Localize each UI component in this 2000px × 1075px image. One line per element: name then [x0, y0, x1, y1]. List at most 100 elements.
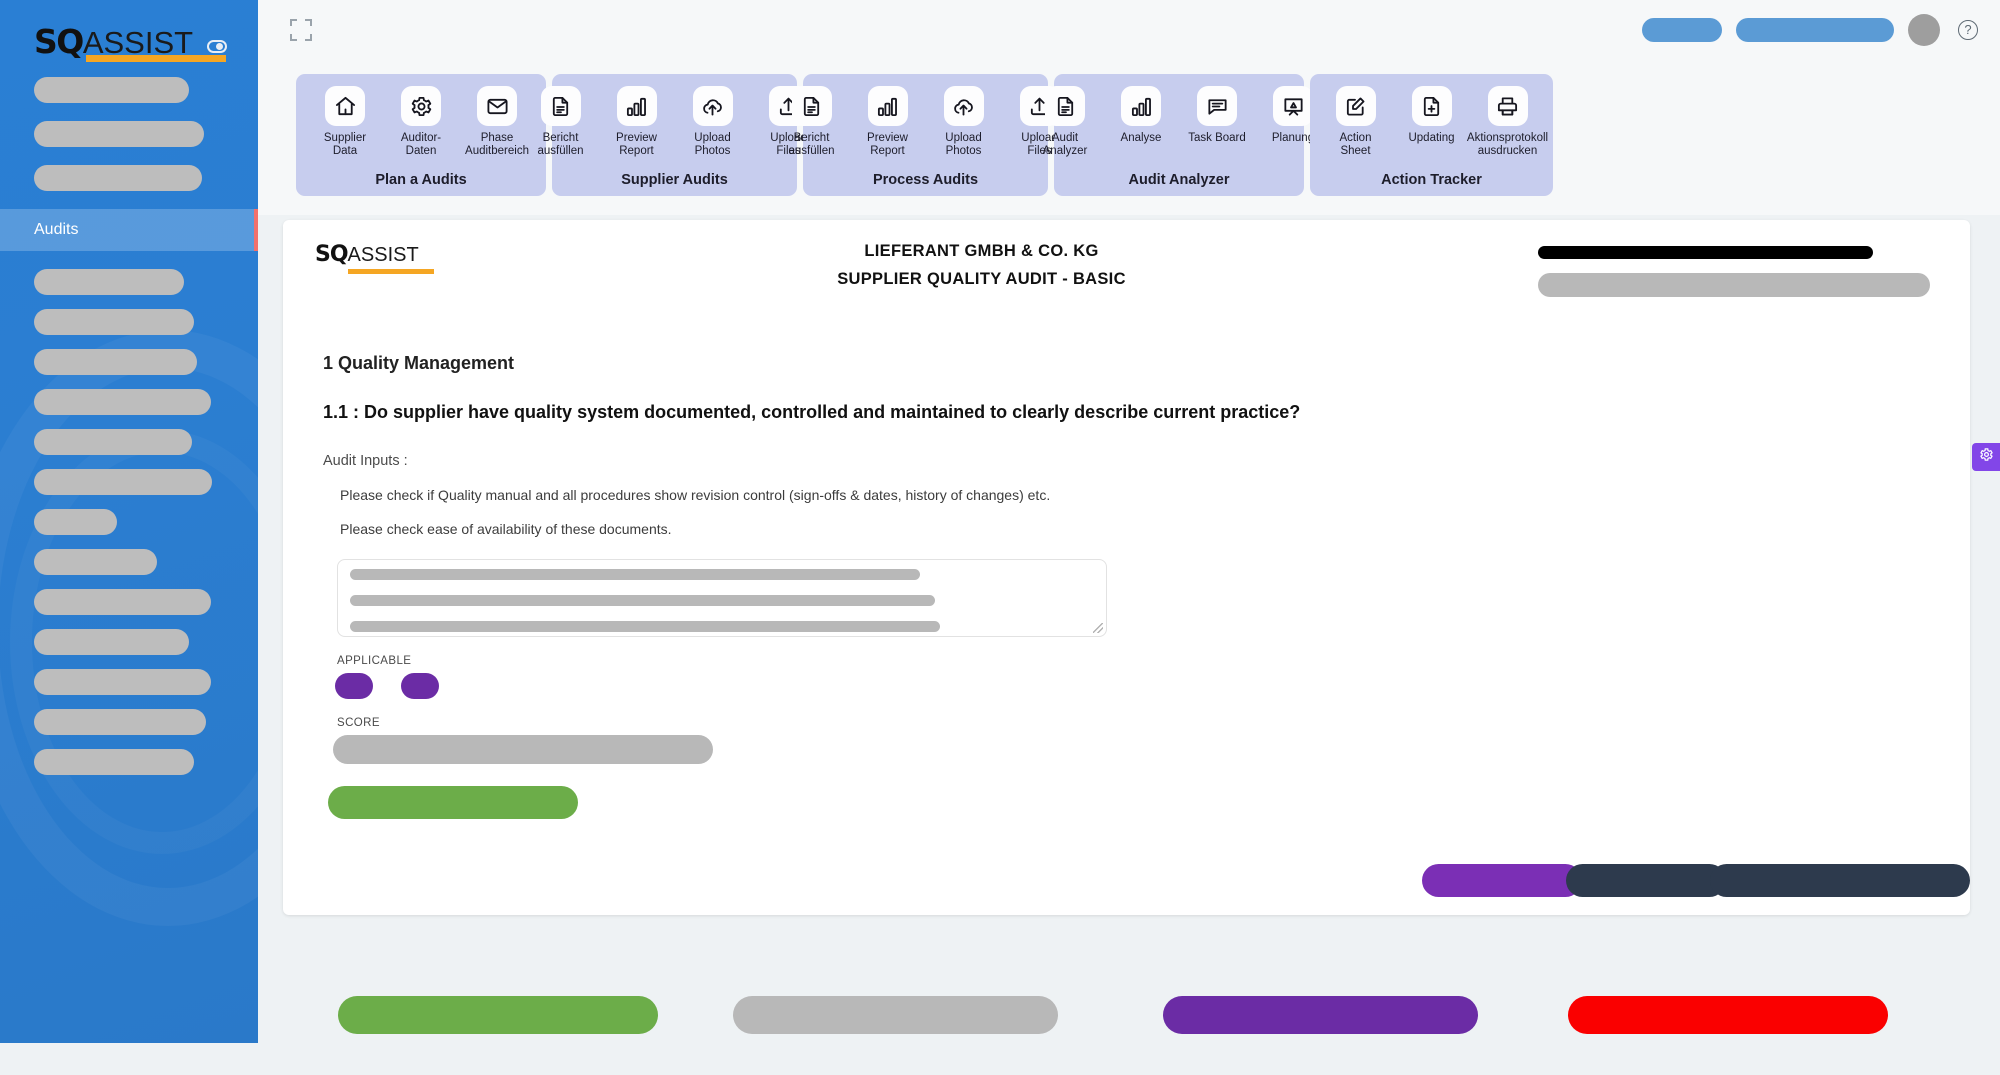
- document-footer-actions: [1422, 864, 1970, 915]
- sidebar-item-audits-label: Audits: [34, 221, 79, 238]
- sidebar-item-label-redacted: [34, 509, 117, 535]
- ribbon-button-supplier-data[interactable]: Supplier Data: [315, 86, 375, 158]
- sidebar-item-audits[interactable]: Audits: [0, 209, 258, 251]
- visibility-toggle-icon[interactable]: [207, 40, 228, 53]
- ribbon-group-title: Supplier Audits: [621, 172, 728, 188]
- sidebar-item[interactable]: [0, 509, 258, 535]
- ribbon-group-process-audits: Bericht ausfüllen Preview Report Upload Ph…: [788, 74, 1060, 196]
- sidebar-redacted-pill[interactable]: [34, 165, 202, 191]
- cloud-upload-icon: [943, 86, 984, 126]
- ribbon-button-label: Preview Report: [616, 132, 657, 157]
- sidebar-item[interactable]: [0, 269, 258, 295]
- avatar[interactable]: [1908, 14, 1940, 46]
- ribbon-toolbar: Supplier Data Auditor-Daten Phase Auditber…: [258, 60, 2000, 215]
- ribbon-button-upload-photos[interactable]: Upload Photos: [934, 86, 994, 158]
- sidebar-redacted-pill[interactable]: [34, 121, 204, 147]
- bottom-action-bar: [258, 955, 2000, 1075]
- audit-inputs-label: Audit Inputs :: [323, 453, 408, 469]
- sidebar-item[interactable]: [0, 669, 258, 695]
- ribbon-button-aktionsprotokoll-ausdrucken[interactable]: Aktionsprotokoll ausdrucken: [1467, 86, 1548, 158]
- ribbon-button-task-board[interactable]: Task Board: [1187, 86, 1247, 145]
- ribbon-group-title: Process Audits: [872, 172, 979, 188]
- ribbon-button-label: Bericht ausfüllen: [537, 132, 584, 157]
- sidebar-item-label-redacted: [34, 269, 184, 295]
- bar-chart-icon: [616, 86, 657, 126]
- resize-grip-icon[interactable]: [1093, 623, 1103, 633]
- top-bar-redacted-pill-1[interactable]: [1642, 18, 1722, 42]
- ribbon-button-label: Preview Report: [867, 132, 908, 157]
- company-name: LIEFERANT GMBH & CO. KG: [864, 242, 1099, 260]
- footer-button-tertiary[interactable]: [1710, 864, 1970, 897]
- meta-redacted-gray[interactable]: [1538, 273, 1930, 297]
- bar-chart-icon: [1121, 86, 1161, 126]
- ribbon-button-label: Action Sheet: [1339, 132, 1372, 157]
- document-header: SQASSIST LIEFERANT GMBH & CO. KG SUPPLIE…: [283, 220, 1970, 297]
- ribbon-button-preview-report[interactable]: Preview Report: [858, 86, 918, 158]
- ribbon-button-upload-photos[interactable]: Upload Photos: [683, 86, 743, 158]
- ribbon-button-label: Auditor-Daten: [400, 132, 442, 157]
- document-icon: [540, 86, 581, 126]
- edit-square-icon: [1335, 86, 1376, 126]
- ribbon-button-label: Upload Photos: [694, 132, 731, 157]
- ribbon-button-preview-report[interactable]: Preview Report: [607, 86, 667, 158]
- ribbon-button-analyse[interactable]: Analyse: [1111, 86, 1171, 145]
- ribbon-button-bericht-ausf-llen[interactable]: Bericht ausfüllen: [782, 86, 842, 158]
- meta-redacted-black: [1538, 246, 1873, 259]
- sidebar-item-label-redacted: [34, 629, 189, 655]
- ribbon-button-label: Audit Analyzer: [1042, 132, 1088, 157]
- applicable-label: APPLICABLE: [337, 655, 412, 667]
- top-bar-redacted-pill-2[interactable]: [1736, 18, 1894, 42]
- sidebar-item-label-redacted: [34, 669, 211, 695]
- secondary-button[interactable]: [733, 996, 1058, 1034]
- sidebar-item-label-redacted: [34, 589, 211, 615]
- printer-icon: [1487, 86, 1528, 126]
- sidebar-item[interactable]: [0, 429, 258, 455]
- document-save-button[interactable]: [328, 786, 578, 819]
- ribbon-button-bericht-ausf-llen[interactable]: Bericht ausfüllen: [531, 86, 591, 158]
- ribbon-button-auditor-daten[interactable]: Auditor-Daten: [391, 86, 451, 158]
- footer-button-secondary[interactable]: [1566, 864, 1726, 897]
- fullscreen-icon[interactable]: [290, 19, 312, 41]
- sidebar-item[interactable]: [0, 549, 258, 575]
- help-icon[interactable]: ?: [1958, 20, 1978, 40]
- sidebar-item-label-redacted: [34, 549, 157, 575]
- sidebar-item[interactable]: [0, 309, 258, 335]
- score-input[interactable]: [333, 735, 713, 764]
- applicable-option-no[interactable]: [401, 673, 439, 699]
- home-icon: [325, 86, 365, 126]
- sidebar-item[interactable]: [0, 629, 258, 655]
- save-button[interactable]: [338, 996, 658, 1034]
- ribbon-button-label: Planung: [1271, 132, 1315, 144]
- document-logo-assist: ASSIST: [347, 244, 419, 266]
- ribbon-group-items: Audit Analyzer Analyse Task Board Planung: [1027, 86, 1331, 158]
- logo-sq-text: SQ: [34, 22, 84, 61]
- sidebar: SQASSIST Audits: [0, 0, 258, 1043]
- ribbon-button-action-sheet[interactable]: Action Sheet: [1326, 86, 1386, 158]
- sidebar-redacted-pill[interactable]: [34, 77, 189, 103]
- submit-button[interactable]: [1163, 996, 1478, 1034]
- comment-textarea[interactable]: [337, 559, 1107, 637]
- sidebar-item[interactable]: [0, 749, 258, 775]
- footer-button-primary[interactable]: [1422, 864, 1582, 897]
- sidebar-item[interactable]: [0, 469, 258, 495]
- sidebar-item[interactable]: [0, 349, 258, 375]
- document-body: 1 Quality Management 1.1 : Do supplier h…: [283, 297, 1970, 819]
- ribbon-group-supplier-audits: Bericht ausfüllen Preview Report Upload Ph…: [537, 74, 809, 196]
- ribbon-button-audit-analyzer[interactable]: Audit Analyzer: [1035, 86, 1095, 158]
- sidebar-item[interactable]: [0, 589, 258, 615]
- ribbon-group-action-tracker: Action Sheet Updating Aktionsprotokoll aus…: [1310, 74, 1553, 196]
- sidebar-item-label-redacted: [34, 389, 211, 415]
- delete-button[interactable]: [1568, 996, 1888, 1034]
- file-plus-icon: [1411, 86, 1452, 126]
- sidebar-item[interactable]: [0, 389, 258, 415]
- document-logo: SQASSIST: [315, 242, 434, 274]
- ribbon-group-audit-analyzer: Audit Analyzer Analyse Task Board Planung Au…: [1043, 74, 1314, 196]
- ribbon-group-title: Audit Analyzer: [1128, 172, 1230, 188]
- score-label: SCORE: [337, 717, 380, 729]
- ribbon-button-updating[interactable]: Updating: [1402, 86, 1462, 145]
- applicable-option-yes[interactable]: [335, 673, 373, 699]
- sidebar-item[interactable]: [0, 709, 258, 735]
- settings-fab-button[interactable]: [1972, 443, 2000, 471]
- document-meta-redacted: [1538, 242, 1938, 297]
- ribbon-button-phase-auditbereich[interactable]: Phase Auditbereich: [465, 86, 529, 158]
